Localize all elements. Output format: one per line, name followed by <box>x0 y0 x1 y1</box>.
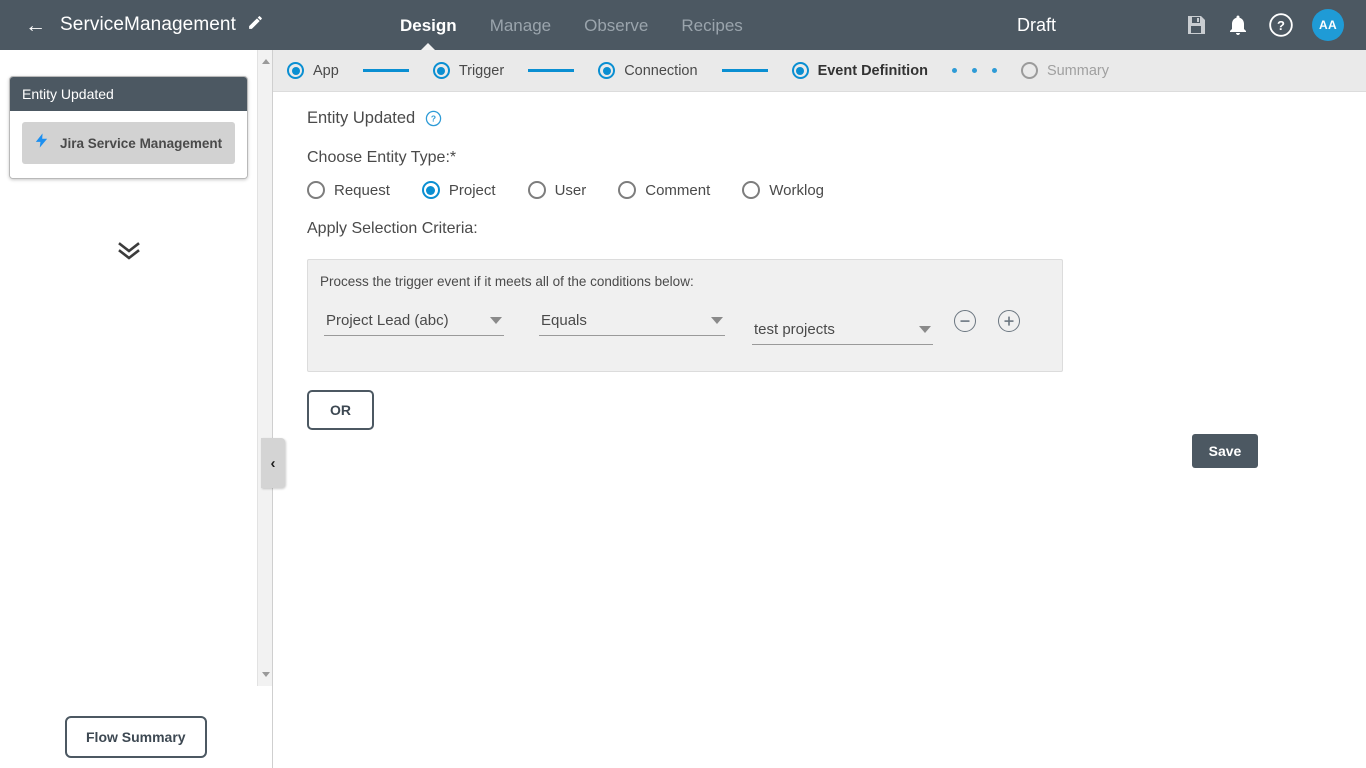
criteria-label: Apply Selection Criteria: <box>307 220 478 237</box>
radio-worklog-icon <box>742 181 761 199</box>
radio-option-worklog[interactable]: Worklog <box>742 181 824 199</box>
avatar[interactable]: AA <box>1312 9 1344 41</box>
radio-option-comment[interactable]: Comment <box>618 181 710 199</box>
radio-option-worklog-label: Worklog <box>769 181 825 199</box>
stepper-connector-4 <box>951 68 997 73</box>
step-app-radio-icon <box>287 62 304 79</box>
floppy-disk-icon[interactable] <box>1184 13 1208 37</box>
double-chevron-down-icon[interactable] <box>0 240 257 262</box>
app-chip[interactable]: Jira Service Management <box>22 122 235 164</box>
radio-user-icon <box>527 181 546 199</box>
svg-text:?: ? <box>431 114 436 124</box>
step-event-definition-radio-icon <box>791 62 809 79</box>
app-chip-label: Jira Service Management <box>60 135 223 151</box>
radio-option-user-label: User <box>554 181 587 199</box>
header-right-group: Draft ? AA <box>1017 9 1366 41</box>
radio-option-comment-label: Comment <box>645 181 711 199</box>
bell-icon[interactable] <box>1226 13 1250 37</box>
radio-option-request[interactable]: Request <box>307 181 390 199</box>
step-trigger-label: Trigger <box>458 62 505 79</box>
wizard-stepper: App Trigger Connection Event Definition … <box>273 50 1366 92</box>
step-summary[interactable]: Summary <box>1020 62 1109 79</box>
scroll-up-icon[interactable] <box>258 54 273 69</box>
nav-item-manage-label: Manage <box>489 16 552 35</box>
condition-field-value: Project Lead (abc) <box>326 312 449 329</box>
question-circle-icon[interactable]: ? <box>425 110 442 127</box>
left-panel: Entity Updated Jira Service Management F… <box>0 50 273 768</box>
radio-option-request-label: Request <box>334 181 390 199</box>
lightning-bolt-icon <box>33 131 50 155</box>
step-connection-label: Connection <box>624 62 698 79</box>
flow-summary-button[interactable]: Flow Summary <box>65 716 207 758</box>
scroll-down-icon[interactable] <box>258 667 273 682</box>
left-panel-scrollbar[interactable] <box>257 50 272 686</box>
status-badge: Draft <box>1016 14 1056 35</box>
save-button[interactable]: Save <box>1192 434 1258 468</box>
app-header: ← ServiceManagement Design Manage Observ… <box>0 0 1366 50</box>
chevron-down-icon <box>490 317 502 324</box>
criteria-hint-text: Process the trigger event if it meets al… <box>320 274 694 289</box>
stepper-connector-2 <box>528 69 575 72</box>
entity-type-label: Choose Entity Type:* <box>307 149 457 166</box>
step-app-label: App <box>313 62 339 79</box>
radio-option-project-label: Project <box>448 181 496 199</box>
main-nav: Design Manage Observe Recipes <box>400 0 743 50</box>
selection-criteria-panel: Process the trigger event if it meets al… <box>307 259 1063 372</box>
svg-text:?: ? <box>1277 18 1285 33</box>
radio-option-project[interactable]: Project <box>421 181 496 199</box>
step-event-definition[interactable]: Event Definition <box>791 62 928 79</box>
flow-node-card[interactable]: Entity Updated Jira Service Management <box>9 76 248 179</box>
panel-collapse-handle[interactable]: ‹ <box>261 438 285 488</box>
flow-node-card-title: Entity Updated <box>10 77 247 111</box>
condition-row: Project Lead (abc) Equals test projects <box>308 289 1062 345</box>
header-left-group: ← ServiceManagement <box>0 14 400 36</box>
or-button[interactable]: OR <box>307 390 374 430</box>
pencil-icon[interactable] <box>247 14 264 36</box>
radio-request-icon <box>307 181 325 199</box>
plus-circle-icon[interactable] <box>998 310 1020 332</box>
condition-value-dropdown[interactable]: test projects <box>752 317 933 345</box>
minus-circle-icon[interactable] <box>954 310 976 332</box>
nav-item-manage[interactable]: Manage <box>490 16 551 50</box>
nav-item-observe[interactable]: Observe <box>584 16 648 50</box>
stepper-connector-1 <box>362 69 409 72</box>
step-trigger-radio-icon <box>432 62 450 79</box>
nav-item-design[interactable]: Design <box>400 16 457 50</box>
radio-comment-icon <box>618 181 637 199</box>
entity-type-radio-group: Request Project User Comment Worklog <box>273 167 1366 199</box>
condition-operator-value: Equals <box>541 312 587 329</box>
step-summary-radio-icon <box>1020 62 1038 79</box>
condition-operator-dropdown[interactable]: Equals <box>539 308 725 336</box>
nav-item-design-label: Design <box>400 16 457 35</box>
chevron-down-icon <box>711 317 723 324</box>
page-title: Entity Updated <box>307 109 416 127</box>
condition-value-value: test projects <box>754 321 835 338</box>
radio-project-icon <box>421 181 440 199</box>
step-event-definition-label: Event Definition <box>817 62 928 79</box>
step-summary-label: Summary <box>1046 62 1109 79</box>
step-app[interactable]: App <box>287 62 339 79</box>
step-connection-radio-icon <box>598 62 616 79</box>
condition-field-dropdown[interactable]: Project Lead (abc) <box>324 308 504 336</box>
flow-title: ServiceManagement <box>60 14 236 35</box>
main-content: Entity Updated ? Choose Entity Type:* Re… <box>273 92 1366 768</box>
question-circle-icon[interactable]: ? <box>1268 12 1294 38</box>
nav-item-recipes-label: Recipes <box>681 16 743 35</box>
back-arrow-icon[interactable]: ← <box>25 15 46 36</box>
nav-item-recipes[interactable]: Recipes <box>681 16 742 50</box>
step-connection[interactable]: Connection <box>598 62 698 79</box>
section-header: Entity Updated ? <box>273 92 1366 128</box>
chevron-down-icon <box>919 326 931 333</box>
flow-node-card-body: Jira Service Management <box>10 111 247 178</box>
step-trigger[interactable]: Trigger <box>432 62 505 79</box>
nav-item-observe-label: Observe <box>584 16 649 35</box>
stepper-connector-3 <box>721 69 768 72</box>
radio-option-user[interactable]: User <box>527 181 587 199</box>
